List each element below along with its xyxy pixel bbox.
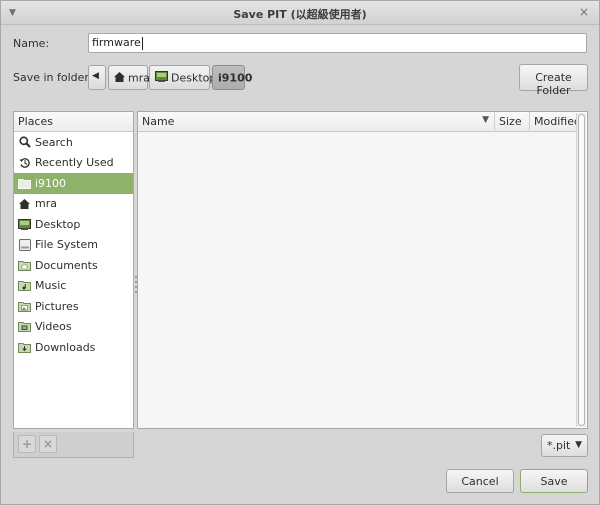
place-label: Documents <box>35 258 98 272</box>
place-pictures[interactable]: Pictures <box>14 296 133 317</box>
place-downloads[interactable]: Downloads <box>14 337 133 358</box>
file-list-header: Name ▼ Size Modified <box>138 112 581 132</box>
column-modified-label: Modified <box>534 115 581 128</box>
place-label: Music <box>35 279 67 293</box>
column-header-modified[interactable]: Modified <box>530 112 581 132</box>
dropdown-arrow-icon: ▼ <box>575 440 582 450</box>
path-button-current[interactable]: i9100 <box>212 65 252 90</box>
remove-bookmark-button[interactable]: × <box>39 435 57 453</box>
place-file-system[interactable]: File System <box>14 235 133 256</box>
place-documents[interactable]: Documents <box>14 255 133 276</box>
column-header-size[interactable]: Size <box>495 112 530 132</box>
places-header: Places <box>14 112 133 132</box>
window-title: Save PIT (以超級使用者) <box>233 8 367 21</box>
place-videos[interactable]: Videos <box>14 317 133 338</box>
place-label: Pictures <box>35 299 79 313</box>
save-dialog: ▼ Save PIT (以超級使用者) × Name: firmware Sav… <box>0 0 600 505</box>
file-list-body[interactable] <box>138 132 576 428</box>
save-in-folder-label: Save in folder: <box>13 71 93 84</box>
file-list: Name ▼ Size Modified <box>137 111 588 429</box>
place-label: Videos <box>35 320 72 334</box>
home-icon <box>114 71 125 85</box>
place-recently-used[interactable]: Recently Used <box>14 153 133 174</box>
place-i9100[interactable]: i9100 <box>14 173 133 194</box>
column-header-name[interactable]: Name ▼ <box>138 112 495 132</box>
place-search[interactable]: Search <box>14 132 133 153</box>
place-label: Recently Used <box>35 156 114 170</box>
save-button[interactable]: Save <box>520 469 588 493</box>
name-label: Name: <box>13 37 50 50</box>
place-label: File System <box>35 238 98 252</box>
places-sidebar: Places Search Recently Used i9100 mra De… <box>13 111 134 429</box>
place-label: Downloads <box>35 340 96 354</box>
recent-icon <box>18 157 31 169</box>
path-button-home[interactable]: mra <box>108 65 150 90</box>
documents-folder-icon <box>18 259 31 271</box>
desktop-icon <box>18 218 31 230</box>
column-size-label: Size <box>499 115 522 128</box>
path-back-button[interactable]: ◀ <box>88 65 106 90</box>
scrollbar-thumb[interactable] <box>578 114 585 426</box>
places-toolbar: + × <box>13 432 134 458</box>
place-label: mra <box>35 197 57 211</box>
vertical-scrollbar[interactable] <box>576 113 586 427</box>
home-icon <box>18 198 31 210</box>
name-field[interactable]: firmware <box>88 33 587 53</box>
close-icon[interactable]: × <box>578 6 590 18</box>
search-icon <box>18 136 31 148</box>
path-button-label: Desktop <box>171 71 217 85</box>
place-desktop[interactable]: Desktop <box>14 214 133 235</box>
downloads-folder-icon <box>18 341 31 353</box>
videos-folder-icon <box>18 321 31 333</box>
path-button-label: mra <box>128 71 150 85</box>
pictures-folder-icon <box>18 300 31 312</box>
path-button-label: i9100 <box>218 71 253 85</box>
place-label: i9100 <box>35 176 67 190</box>
cancel-button[interactable]: Cancel <box>446 469 514 493</box>
music-folder-icon <box>18 280 31 292</box>
title-bar: ▼ Save PIT (以超級使用者) × <box>1 1 599 25</box>
column-name-label: Name <box>142 115 175 128</box>
drive-icon <box>18 238 31 251</box>
left-arrow-icon: ◀ <box>92 71 99 81</box>
place-home[interactable]: mra <box>14 194 133 215</box>
path-button-desktop[interactable]: Desktop <box>149 65 216 90</box>
file-type-filter[interactable]: *.pit ▼ <box>541 434 588 457</box>
place-label: Search <box>35 135 73 149</box>
add-bookmark-button[interactable]: + <box>18 435 36 453</box>
plus-icon: + <box>21 437 33 451</box>
remove-icon: × <box>42 437 54 451</box>
desktop-icon <box>155 71 168 85</box>
place-label: Desktop <box>35 217 81 231</box>
name-field-value: firmware <box>92 36 141 49</box>
filter-value: *.pit <box>547 439 571 452</box>
sort-down-icon: ▼ <box>482 115 489 125</box>
create-folder-button[interactable]: Create Folder <box>519 64 588 97</box>
text-cursor <box>141 36 143 50</box>
place-music[interactable]: Music <box>14 276 133 297</box>
folder-icon <box>18 177 31 189</box>
